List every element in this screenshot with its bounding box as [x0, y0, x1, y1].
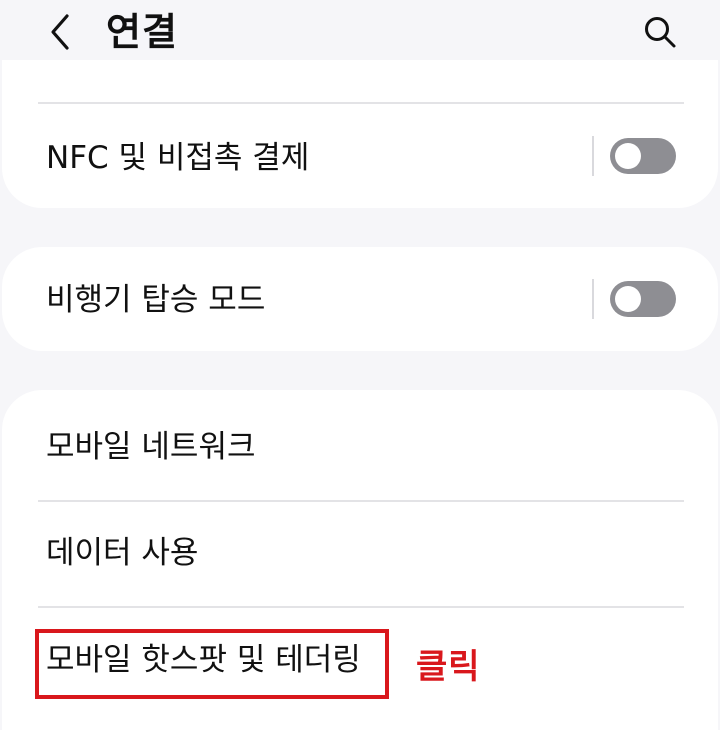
chevron-left-icon: [51, 14, 69, 50]
back-button[interactable]: [40, 10, 80, 54]
mobile-network-label: 모바일 네트워크: [46, 429, 256, 465]
toggle-separator: [592, 279, 594, 319]
search-icon: [645, 17, 676, 48]
mobile-network-row[interactable]: 모바일 네트워크: [2, 390, 718, 500]
settings-card-airplane: 비행기 탑승 모드: [2, 247, 718, 351]
page-title: 연결: [106, 10, 178, 54]
toggle-knob: [615, 143, 641, 169]
data-usage-row[interactable]: 데이터 사용: [2, 502, 718, 606]
airplane-mode-row[interactable]: 비행기 탑승 모드: [2, 247, 718, 351]
click-annotation: 클릭: [416, 647, 481, 687]
nfc-row[interactable]: NFC 및 비접촉 결제: [2, 104, 718, 208]
nfc-label: NFC 및 비접촉 결제: [46, 140, 310, 176]
settings-card-nfc: NFC 및 비접촉 결제: [2, 60, 718, 208]
data-usage-label: 데이터 사용: [46, 535, 199, 571]
hotspot-highlight-box: [35, 629, 389, 699]
airplane-mode-toggle[interactable]: [610, 281, 676, 317]
airplane-mode-label: 비행기 탑승 모드: [46, 282, 266, 318]
nfc-toggle[interactable]: [610, 138, 676, 174]
toggle-knob: [615, 286, 641, 312]
toggle-separator: [592, 136, 594, 176]
search-button[interactable]: [638, 10, 682, 54]
